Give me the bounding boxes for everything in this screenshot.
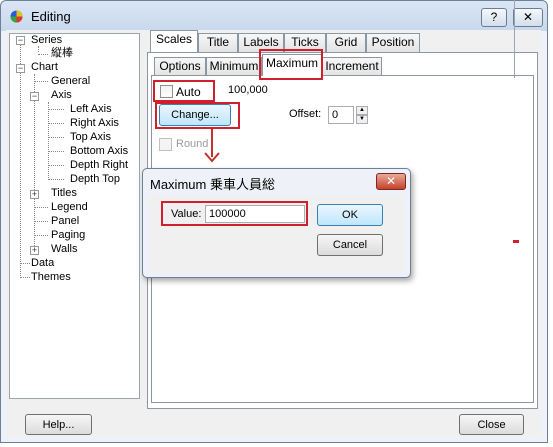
tab-labels[interactable]: Labels	[238, 33, 284, 52]
tab-ticks[interactable]: Ticks	[284, 33, 326, 52]
tree-line	[48, 165, 64, 166]
auto-label: Auto	[176, 85, 201, 99]
tree-item-legend[interactable]: Legend	[51, 201, 88, 214]
tree-line	[38, 54, 48, 55]
tree-item-titles[interactable]: Titles	[51, 187, 77, 200]
tree-expand-icon[interactable]: +	[30, 190, 39, 199]
offset-up-button[interactable]: ▲	[356, 106, 368, 115]
tree-item-depth-right[interactable]: Depth Right	[70, 159, 128, 172]
offset-label: Offset:	[289, 108, 322, 120]
cancel-button[interactable]: Cancel	[317, 234, 383, 256]
tab-scales[interactable]: Scales	[150, 30, 198, 52]
settings-tree[interactable]: − Series 縦棒 − Chart General − Axis Left …	[9, 33, 140, 399]
round-label: Round	[176, 138, 209, 150]
change-button[interactable]: Change...	[159, 104, 231, 126]
tab-title[interactable]: Title	[198, 33, 238, 52]
maximum-dialog: Maximum 乗車人員総 ✕ Value: 100000 OK Cancel	[142, 168, 411, 278]
close-icon: ✕	[522, 10, 534, 24]
maximum-dialog-title: Maximum 乗車人員総	[150, 177, 275, 192]
tree-line	[20, 263, 30, 264]
tree-expand-icon[interactable]: +	[30, 246, 39, 255]
offset-input[interactable]: 0	[328, 106, 354, 124]
subtab-options[interactable]: Options	[154, 57, 206, 76]
auto-checkbox[interactable]	[160, 85, 173, 98]
tree-item-chart[interactable]: Chart	[31, 61, 58, 74]
tree-line	[48, 109, 64, 110]
tree-line	[34, 81, 48, 82]
tree-line	[20, 277, 30, 278]
offset-down-button[interactable]: ▼	[356, 115, 368, 124]
tree-line	[48, 102, 49, 180]
tree-line	[48, 151, 64, 152]
tree-item-bottom-axis[interactable]: Bottom Axis	[70, 145, 128, 158]
divider-line	[514, 0, 515, 78]
tree-item-data[interactable]: Data	[31, 257, 54, 270]
dialog-close-button[interactable]: ✕	[376, 173, 406, 190]
title-bar: Editing ? ✕	[1, 1, 547, 31]
close-icon: ✕	[385, 174, 397, 188]
tree-item-general[interactable]: General	[51, 75, 90, 88]
tree-line	[48, 137, 64, 138]
tree-item-themes[interactable]: Themes	[31, 271, 71, 284]
title-close-button[interactable]: ✕	[513, 8, 543, 27]
subtab-maximum[interactable]: Maximum	[262, 54, 322, 76]
help-button[interactable]: Help...	[25, 414, 92, 435]
tree-line	[34, 221, 48, 222]
tree-item-depth-top[interactable]: Depth Top	[70, 173, 120, 186]
tree-line	[34, 207, 48, 208]
ok-button[interactable]: OK	[317, 204, 383, 226]
teechart-app-icon	[10, 10, 23, 23]
tree-line	[48, 123, 64, 124]
red-marker	[513, 240, 519, 243]
subtab-minimum[interactable]: Minimum	[206, 57, 262, 76]
value-label: Value:	[171, 208, 202, 220]
arrow-down-icon	[204, 152, 220, 163]
tree-line	[34, 235, 48, 236]
round-checkbox[interactable]	[159, 138, 172, 151]
title-help-button[interactable]: ?	[481, 8, 507, 27]
subtab-increment[interactable]: Increment	[322, 57, 382, 76]
tree-item-right-axis[interactable]: Right Axis	[70, 117, 119, 130]
tab-position[interactable]: Position	[366, 33, 420, 52]
tree-item-panel[interactable]: Panel	[51, 215, 79, 228]
tree-collapse-icon[interactable]: −	[16, 36, 25, 45]
window-title: Editing	[31, 9, 71, 24]
tree-item-left-axis[interactable]: Left Axis	[70, 103, 112, 116]
maximum-value-text: 100,000	[228, 84, 268, 96]
tree-line	[20, 40, 21, 276]
tree-item-series[interactable]: Series	[31, 34, 62, 47]
tree-item-paging[interactable]: Paging	[51, 229, 85, 242]
tree-collapse-icon[interactable]: −	[30, 92, 39, 101]
tree-item-walls[interactable]: Walls	[51, 243, 77, 256]
tree-collapse-icon[interactable]: −	[16, 64, 25, 73]
tab-grid[interactable]: Grid	[326, 33, 366, 52]
tree-item-series-bar[interactable]: 縦棒	[51, 47, 73, 60]
tree-line	[48, 179, 64, 180]
tree-item-axis[interactable]: Axis	[51, 89, 72, 102]
tree-item-top-axis[interactable]: Top Axis	[70, 131, 111, 144]
value-input[interactable]: 100000	[205, 205, 305, 223]
maximum-dialog-content: Value: 100000 OK Cancel	[149, 195, 404, 273]
close-button[interactable]: Close	[459, 414, 524, 435]
